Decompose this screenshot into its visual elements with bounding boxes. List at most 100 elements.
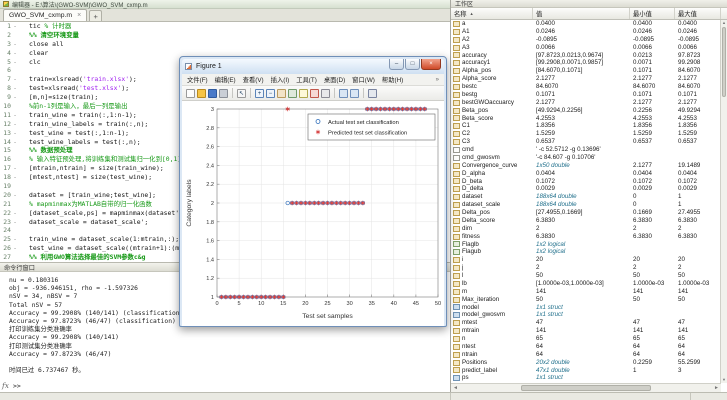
workspace-row[interactable]: model_gwosvm1x1 struct <box>451 311 727 319</box>
workspace-row[interactable]: bestGWOaccuarcy2.12772.12772.1277 <box>451 99 727 107</box>
column-header-max[interactable]: 最大值 <box>675 8 721 19</box>
workspace-row[interactable]: A2-0.0895-0.0895-0.0895 <box>451 36 727 44</box>
command-prompt[interactable]: >> <box>13 382 21 390</box>
workspace-row[interactable]: dim222 <box>451 225 727 233</box>
workspace-row[interactable]: A30.00660.00660.0066 <box>451 44 727 52</box>
figure-titlebar[interactable]: Figure 1 –□× <box>182 59 444 74</box>
workspace-row[interactable]: dataset188x64 double01 <box>451 193 727 201</box>
y-tick-label: 3 <box>211 107 214 113</box>
menu-item-1[interactable]: 文件(F) <box>187 75 208 84</box>
variable-max: 141 <box>675 288 721 296</box>
menu-item-3[interactable]: 查看(V) <box>243 75 264 84</box>
status-bar <box>0 392 727 400</box>
workspace-row[interactable]: Flagub1x2 logical <box>451 248 727 256</box>
column-header-name[interactable]: 名称 ▲ <box>451 8 533 19</box>
menu-item-4[interactable]: 插入(I) <box>271 75 290 84</box>
workspace-row[interactable]: Positions20x2 double0.225955.2599 <box>451 359 727 367</box>
scroll-up-icon[interactable]: ▲ <box>721 20 727 26</box>
workspace-row[interactable]: bestc84.607084.607084.6070 <box>451 83 727 91</box>
workspace-row[interactable]: predict_label47x1 double13 <box>451 367 727 375</box>
workspace-row[interactable]: i202020 <box>451 256 727 264</box>
variable-name: m <box>462 288 533 296</box>
column-header-value[interactable]: 值 <box>533 8 630 19</box>
minimize-button[interactable]: – <box>389 59 404 70</box>
workspace-row[interactable]: C11.83561.83561.8356 <box>451 122 727 130</box>
workspace-row[interactable]: D_beta0.10720.10720.1072 <box>451 178 727 186</box>
scroll-right-icon[interactable]: ► <box>714 384 719 392</box>
workspace-row[interactable]: ps1x1 struct <box>451 374 727 382</box>
workspace-row[interactable]: C21.52591.52591.5259 <box>451 130 727 138</box>
workspace-row[interactable]: mtrain141141141 <box>451 327 727 335</box>
open-file-icon[interactable] <box>197 89 206 98</box>
workspace-vertical-scrollbar[interactable]: ▲ ▼ <box>720 20 727 383</box>
workspace-row[interactable]: Beta_score4.25534.25534.2553 <box>451 115 727 123</box>
workspace-row[interactable]: Delta_pos[27.4955,0.1669]0.166927.4955 <box>451 209 727 217</box>
workspace-row[interactable]: A10.02460.02460.0246 <box>451 28 727 36</box>
workspace-row[interactable]: Beta_pos[49.9294,0.2256]0.225649.9294 <box>451 107 727 115</box>
print-icon[interactable] <box>219 89 228 98</box>
horizontal-scroll-thumb[interactable] <box>521 385 651 391</box>
menu-overflow-icon[interactable]: » <box>436 77 439 83</box>
variable-value: 47 <box>533 319 630 327</box>
brush-icon[interactable] <box>310 89 319 98</box>
data-cursor-icon[interactable] <box>299 89 308 98</box>
workspace-row[interactable]: Flaglb1x2 logical <box>451 241 727 249</box>
save-figure-icon[interactable] <box>208 89 217 98</box>
workspace-row[interactable]: model1x1 struct <box>451 304 727 312</box>
zoom-out-icon[interactable]: − <box>266 89 275 98</box>
workspace-row[interactable]: accuracy[97.8723,0.0213,0.9674]0.021397.… <box>451 52 727 60</box>
dock-figure-icon[interactable] <box>368 89 377 98</box>
menu-item-7[interactable]: 窗口(W) <box>352 75 375 84</box>
workspace-row[interactable]: mtest474747 <box>451 319 727 327</box>
workspace-row[interactable]: n656565 <box>451 335 727 343</box>
workspace-row[interactable]: Convergence_curve1x50 double2.127719.148… <box>451 162 727 170</box>
workspace-row[interactable]: accuracy1[99.2908,0.0071,0.9857]0.007199… <box>451 59 727 67</box>
menu-item-2[interactable]: 编辑(E) <box>215 75 236 84</box>
workspace-row[interactable]: l505050 <box>451 272 727 280</box>
maximize-button[interactable]: □ <box>405 59 420 70</box>
link-plot-icon[interactable] <box>321 89 330 98</box>
workspace-row[interactable]: ntest646464 <box>451 343 727 351</box>
workspace-row[interactable]: D_alpha0.04040.04040.0404 <box>451 170 727 178</box>
pan-icon[interactable] <box>277 89 286 98</box>
rotate-3d-icon[interactable] <box>288 89 297 98</box>
edit-plot-icon[interactable]: ↖ <box>237 89 246 98</box>
workspace-row[interactable]: cmd_gwosvm'-c 84.607 -g 0.10706' <box>451 154 727 162</box>
workspace-row[interactable]: Max_iteration505050 <box>451 296 727 304</box>
workspace-row[interactable]: Alpha_pos[84.6070,0.1071]0.107184.6070 <box>451 67 727 75</box>
variable-min: 0.0066 <box>630 44 675 52</box>
workspace-row[interactable]: a0.04000.04000.0400 <box>451 20 727 28</box>
menu-item-6[interactable]: 桌面(D) <box>324 75 345 84</box>
insert-colorbar-icon[interactable] <box>339 89 348 98</box>
insert-legend-icon[interactable] <box>350 89 359 98</box>
workspace-row[interactable]: bestg0.10710.10710.1071 <box>451 91 727 99</box>
new-figure-icon[interactable] <box>186 89 195 98</box>
variable-name: Delta_score <box>462 217 533 225</box>
scroll-left-icon[interactable]: ◄ <box>453 384 458 392</box>
toolbar-separator <box>363 88 364 98</box>
workspace-row[interactable]: D_delta0.00290.00290.0029 <box>451 185 727 193</box>
tab-gwo-svm-cxmp[interactable]: GWO_SVM_cxmp.m × <box>3 9 87 21</box>
workspace-horizontal-scrollbar[interactable]: ◄ ► <box>451 383 721 392</box>
scroll-down-icon[interactable]: ▼ <box>721 377 727 383</box>
tab-close-icon[interactable]: × <box>77 13 81 19</box>
close-button[interactable]: × <box>421 59 441 70</box>
menu-item-8[interactable]: 帮助(H) <box>382 75 403 84</box>
vertical-scroll-thumb[interactable] <box>722 27 726 97</box>
menu-item-5[interactable]: 工具(T) <box>296 75 317 84</box>
workspace-row[interactable]: cmd' -c 52.5712 -g 0.13696' <box>451 146 727 154</box>
workspace-row[interactable]: ntrain646464 <box>451 351 727 359</box>
workspace-row[interactable]: fitness6.38306.38306.3830 <box>451 233 727 241</box>
workspace-row[interactable]: m141141141 <box>451 288 727 296</box>
column-header-min[interactable]: 最小值 <box>630 8 675 19</box>
workspace-row[interactable]: lb[1.0000e-03,1.0000e-03]1.0000e-031.000… <box>451 280 727 288</box>
workspace-row[interactable]: dataset_scale188x64 double01 <box>451 201 727 209</box>
new-tab-button[interactable]: + <box>89 10 102 21</box>
workspace-row[interactable]: Delta_score6.38306.38306.3830 <box>451 217 727 225</box>
workspace-row[interactable]: j222 <box>451 264 727 272</box>
variable-value: 2 <box>533 225 630 233</box>
workspace-row[interactable]: C30.65370.65370.6537 <box>451 138 727 146</box>
workspace-row[interactable]: Alpha_score2.12772.12772.1277 <box>451 75 727 83</box>
zoom-in-icon[interactable]: + <box>255 89 264 98</box>
code-line: 3-close all <box>0 40 450 49</box>
